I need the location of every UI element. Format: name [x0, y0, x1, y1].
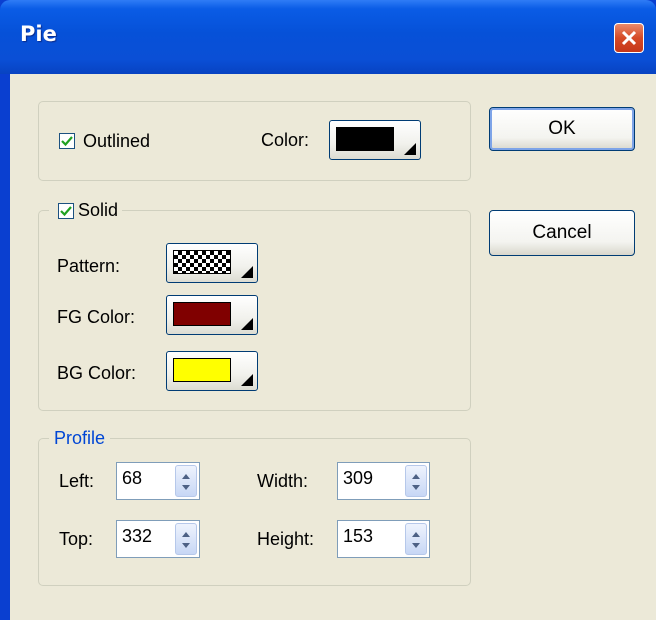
height-spinner[interactable]: 153 [337, 520, 430, 558]
dropdown-arrow-icon [241, 374, 253, 386]
dropdown-arrow-icon [404, 143, 416, 155]
ok-button[interactable]: OK [489, 107, 635, 151]
bg-color-label: BG Color: [57, 363, 137, 383]
spin-up-down-icon[interactable] [405, 523, 427, 555]
window-title: Pie [20, 22, 57, 46]
width-label: Width: [257, 471, 309, 491]
outline-color-button[interactable] [329, 120, 421, 160]
solid-label: Solid [78, 200, 119, 220]
solid-group: Solid Pattern: FG Color: BG Color: [38, 199, 471, 411]
checkmark-icon [60, 206, 72, 217]
spin-up-down-icon[interactable] [175, 465, 197, 497]
dialog-body: Outlined Color: Solid Pattern: FG Color:… [10, 74, 656, 620]
top-spinner[interactable]: 332 [116, 520, 200, 558]
outline-color-swatch [336, 127, 394, 151]
pattern-button[interactable] [166, 243, 258, 283]
width-value[interactable]: 309 [343, 466, 373, 490]
bg-color-button[interactable] [166, 351, 258, 391]
close-button[interactable] [614, 23, 644, 53]
dropdown-arrow-icon [241, 266, 253, 278]
close-x-icon [621, 30, 637, 46]
bg-color-swatch [173, 358, 231, 382]
height-label: Height: [257, 529, 315, 549]
profile-group: Profile Left: 68 Width: 309 Top: 332 Hei… [38, 427, 471, 586]
dialog-window: Pie Outlined Color: Solid Pattern: FG Co… [0, 0, 656, 620]
left-spinner[interactable]: 68 [116, 462, 200, 500]
outlined-checkbox[interactable] [59, 133, 75, 149]
left-label: Left: [59, 471, 95, 491]
dropdown-arrow-icon [241, 318, 253, 330]
profile-title: Profile [49, 427, 111, 449]
solid-checkbox[interactable] [58, 203, 74, 219]
spin-up-down-icon[interactable] [405, 465, 427, 497]
height-value[interactable]: 153 [343, 524, 373, 548]
checkmark-icon [61, 136, 73, 147]
top-value[interactable]: 332 [122, 524, 152, 548]
pattern-label: Pattern: [57, 256, 121, 276]
outline-group: Outlined Color: [38, 101, 471, 181]
fg-color-label: FG Color: [57, 307, 136, 327]
left-value[interactable]: 68 [122, 466, 142, 490]
width-spinner[interactable]: 309 [337, 462, 430, 500]
title-bar[interactable]: Pie [0, 0, 656, 74]
spin-up-down-icon[interactable] [175, 523, 197, 555]
fg-color-swatch [173, 302, 231, 326]
color-label: Color: [261, 130, 310, 150]
outlined-label: Outlined [83, 131, 151, 151]
fg-color-button[interactable] [166, 295, 258, 335]
cancel-button[interactable]: Cancel [489, 210, 635, 256]
top-label: Top: [59, 529, 94, 549]
pattern-swatch [173, 250, 231, 274]
